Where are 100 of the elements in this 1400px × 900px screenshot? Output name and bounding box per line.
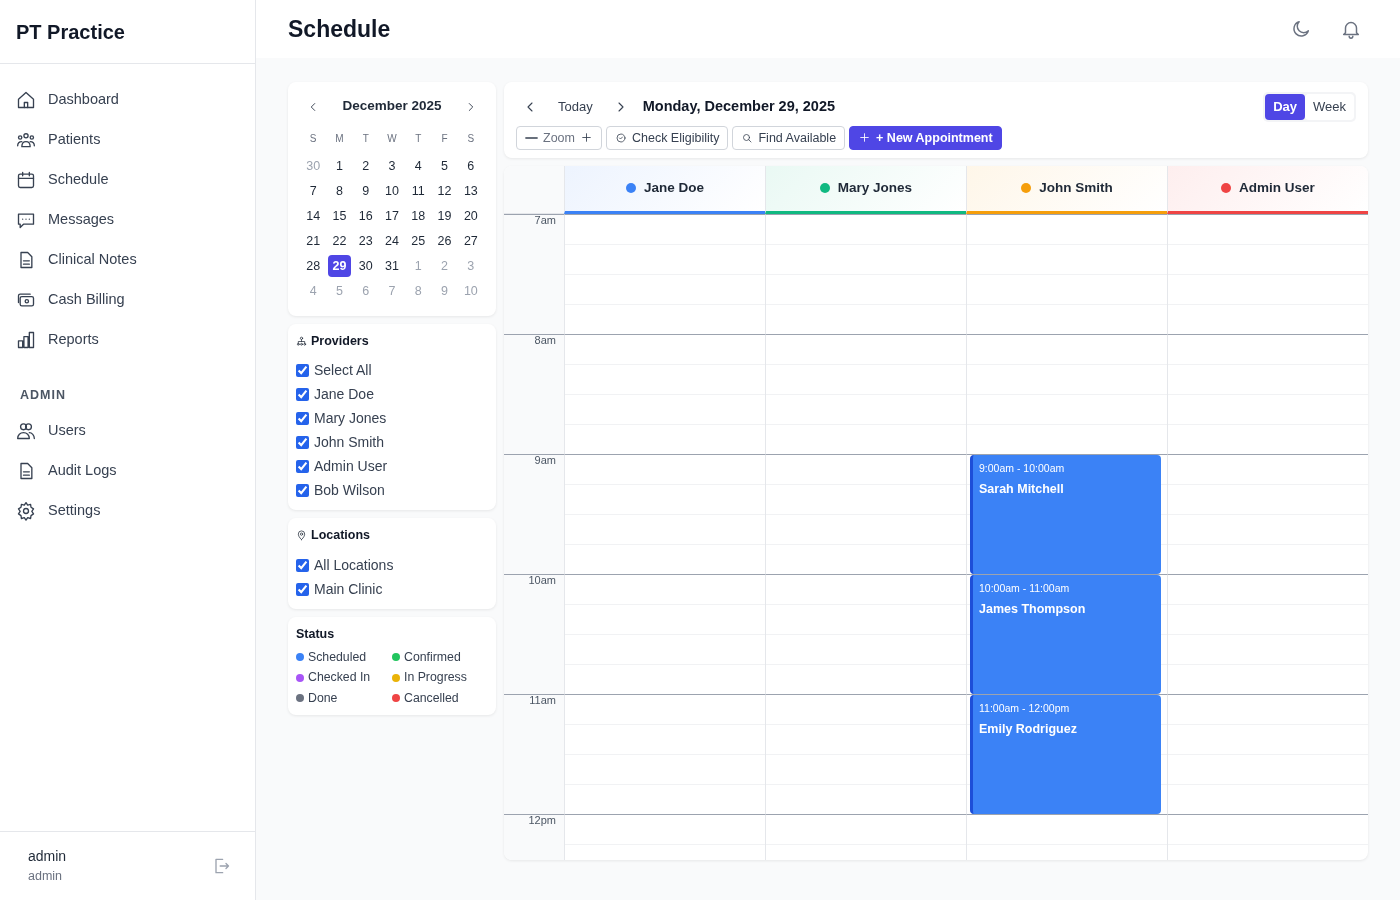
nav-link[interactable]: Dashboard [0, 80, 255, 120]
hour-label: 9am [504, 453, 564, 574]
zoom-in-button[interactable] [579, 131, 593, 145]
option-label: John Smith [314, 432, 385, 452]
time-slot[interactable] [765, 213, 966, 334]
hour-label: 7am [504, 213, 564, 334]
zoom-out-button[interactable] [525, 136, 538, 139]
time-slot[interactable] [966, 213, 1167, 334]
provider-name: Jane Doe [644, 179, 704, 198]
calendar-day[interactable]: 30 [354, 254, 378, 277]
home-icon [16, 90, 36, 110]
calendar-day[interactable]: 25 [406, 229, 430, 252]
calendar-day[interactable]: 19 [433, 204, 457, 227]
calendar-day[interactable]: 29 [327, 254, 351, 277]
time-slot[interactable] [765, 573, 966, 694]
nav-link[interactable]: Schedule [0, 160, 255, 200]
calendar-day[interactable]: 3 [380, 154, 404, 177]
today-button[interactable]: Today [552, 97, 599, 117]
time-slot[interactable] [1167, 693, 1368, 814]
checkbox[interactable] [296, 435, 309, 449]
calendar-day[interactable]: 9 [354, 179, 378, 202]
time-slot[interactable] [765, 453, 966, 574]
filter-title: Locations [311, 527, 371, 545]
time-slot[interactable] [765, 333, 966, 454]
nav-link[interactable]: Reports [0, 320, 255, 360]
time-slot[interactable] [966, 333, 1167, 454]
nav-link[interactable]: Audit Logs [0, 450, 255, 491]
zoom-label: Zoom [543, 129, 575, 147]
calendar-day[interactable]: 22 [327, 229, 351, 252]
time-slot[interactable] [1167, 453, 1368, 574]
filter-option[interactable]: All Locations [296, 553, 488, 578]
calendar-day[interactable]: 23 [354, 229, 378, 252]
checkbox[interactable] [296, 558, 309, 572]
check-eligibility-button[interactable]: Check Eligibility [605, 125, 729, 150]
view-tab[interactable]: Day [1265, 94, 1305, 120]
calendar-day[interactable]: 24 [380, 229, 404, 252]
calendar-day[interactable]: 2 [354, 154, 378, 177]
calendar-day[interactable]: 10 [380, 179, 404, 202]
checkbox[interactable] [296, 483, 309, 497]
calendar-day[interactable]: 12 [433, 179, 457, 202]
weekday-label: F [440, 131, 449, 146]
calendar-day[interactable]: 1 [327, 154, 351, 177]
filter-option[interactable]: Select All [296, 358, 488, 383]
time-slot[interactable] [564, 333, 765, 454]
time-slot[interactable] [564, 573, 765, 694]
calendar-day[interactable]: 4 [406, 154, 430, 177]
find-available-button[interactable]: Find Available [732, 125, 846, 150]
nav-link[interactable]: Messages [0, 200, 255, 240]
time-slot[interactable] [1167, 573, 1368, 694]
provider-name: Mary Jones [837, 179, 913, 198]
calendar-day[interactable]: 14 [301, 204, 325, 227]
filter-option[interactable]: Main Clinic [296, 577, 488, 602]
calendar-day[interactable]: 21 [301, 229, 325, 252]
time-slot[interactable] [1167, 213, 1368, 334]
nav-link[interactable]: Users [0, 410, 255, 451]
calendar-day[interactable]: 15 [327, 204, 351, 227]
minus-icon [525, 136, 538, 139]
calendar-day[interactable]: 16 [354, 204, 378, 227]
status-label: Confirmed [404, 648, 461, 666]
calendar-day[interactable]: 27 [459, 229, 483, 252]
nav-link[interactable]: Clinical Notes [0, 240, 255, 280]
filter-option[interactable]: Admin User [296, 454, 488, 479]
checkbox[interactable] [296, 387, 309, 401]
option-label: All Locations [314, 555, 394, 575]
time-gutter-header [504, 165, 564, 214]
checkbox[interactable] [296, 411, 309, 425]
time-slot[interactable] [1167, 333, 1368, 454]
calendar-day[interactable]: 20 [459, 204, 483, 227]
view-tab[interactable]: Week [1305, 94, 1354, 120]
weekday-label: S [308, 131, 318, 146]
calendar-day[interactable]: 26 [433, 229, 457, 252]
hour-label: 11am [504, 693, 564, 814]
filter-option[interactable]: John Smith [296, 430, 488, 455]
nav-link[interactable]: Settings [0, 490, 255, 531]
calendar-day[interactable]: 7 [301, 179, 325, 202]
checkbox[interactable] [296, 459, 309, 473]
checkbox[interactable] [296, 363, 309, 377]
checkbox[interactable] [296, 582, 309, 596]
calendar-day[interactable]: 31 [380, 254, 404, 277]
nav-link[interactable]: Patients [0, 120, 255, 160]
calendar-day[interactable]: 18 [406, 204, 430, 227]
filter-option[interactable]: Bob Wilson [296, 478, 488, 503]
user-role: admin [28, 868, 64, 886]
month-title: December 2025 [342, 97, 442, 116]
provider-name: John Smith [1039, 179, 1113, 198]
calendar-day[interactable]: 11 [406, 179, 430, 202]
calendar-day[interactable]: 5 [433, 154, 457, 177]
time-slot[interactable] [564, 213, 765, 334]
calendar-day[interactable]: 13 [459, 179, 483, 202]
filter-option[interactable]: Jane Doe [296, 382, 488, 407]
new-appointment-button[interactable]: + New Appointment [849, 125, 1002, 150]
calendar-day[interactable]: 28 [301, 254, 325, 277]
time-slot[interactable] [564, 693, 765, 814]
calendar-day[interactable]: 17 [380, 204, 404, 227]
filter-option[interactable]: Mary Jones [296, 406, 488, 431]
calendar-day[interactable]: 6 [459, 154, 483, 177]
calendar-day[interactable]: 8 [327, 179, 351, 202]
time-slot[interactable] [765, 693, 966, 814]
nav-link[interactable]: Cash Billing [0, 280, 255, 320]
time-slot[interactable] [564, 453, 765, 574]
